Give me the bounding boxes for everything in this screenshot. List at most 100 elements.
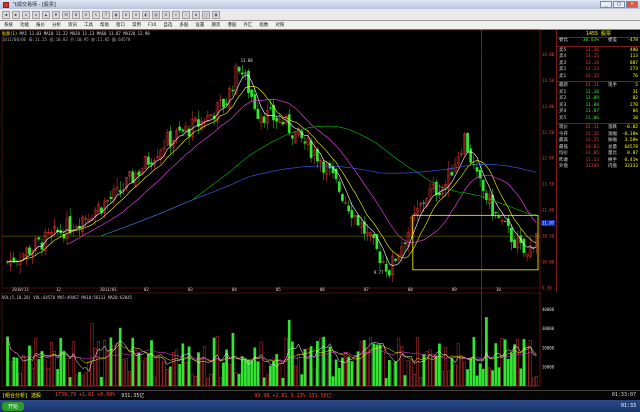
vol-tick: 10000 [542, 364, 555, 369]
quote-value: -30.03% [580, 38, 599, 43]
volume-bar [100, 376, 103, 387]
quote-row: 买5 11.06 10 [557, 116, 640, 123]
volume-bar [347, 356, 351, 387]
volume-bar [137, 352, 141, 387]
volume-bar [485, 317, 488, 387]
volume-bar [419, 377, 423, 387]
quote-key: 外盘 [559, 164, 568, 169]
volume-bar [34, 338, 38, 387]
volume-bar [466, 369, 469, 387]
volume-bar [156, 355, 160, 387]
volume-bar [225, 349, 228, 387]
volume-bar [531, 377, 535, 387]
volume-bar [6, 336, 9, 387]
volume-bar [209, 373, 213, 387]
taskbar: 开始 01:33 [0, 400, 640, 412]
highlight-price: 11.97 [542, 221, 555, 226]
candle-body [237, 66, 241, 72]
volume-bar [450, 358, 454, 387]
status-index2: 93.98 +2.81 3.13% 131.56亿 [254, 392, 332, 399]
volume-bar [434, 355, 438, 387]
volume-bar [387, 360, 391, 387]
candle-body [475, 167, 479, 172]
volume-bar [325, 354, 329, 387]
volume-bar [150, 340, 153, 387]
quote-extra: -478 [627, 38, 638, 43]
volume-bar [206, 378, 210, 387]
candle-body [281, 121, 285, 125]
volume-bar [359, 341, 363, 387]
kline-chart[interactable]: 14.00 13.50 13.00 12.50 12.00 11.50 11.00 10.50… [0, 0, 640, 412]
candle-body [469, 148, 473, 163]
candle-body [269, 107, 272, 109]
candle-body [494, 212, 498, 214]
price-tick: 13.50 [542, 78, 555, 83]
candle-body [290, 135, 294, 139]
volume-bar [406, 360, 410, 387]
ma60-line [101, 125, 537, 236]
candle-body [131, 171, 135, 183]
candle-body [510, 227, 513, 243]
volume-bar [222, 362, 225, 387]
price-tick: 10.50 [542, 234, 555, 239]
volume-bar [212, 337, 216, 387]
volume-bar [71, 341, 75, 387]
volume-bar [491, 370, 494, 387]
volume-bar [306, 348, 310, 387]
volume-bar [159, 357, 163, 387]
x-date: 08 [408, 287, 413, 292]
candle-body [147, 156, 150, 165]
volume-bar [300, 374, 304, 387]
quote-extra: 10 [632, 115, 638, 121]
volume-bar [81, 375, 85, 387]
vol-tick: 30000 [542, 326, 555, 331]
quote-value: 31245 [585, 164, 599, 169]
volume-bar [106, 350, 110, 387]
volume-bar [234, 372, 238, 387]
volume-bar [259, 341, 263, 387]
quote-key: 买5 [559, 115, 567, 121]
ma120-line [101, 164, 537, 236]
volume-bar [168, 366, 172, 387]
candle-body [387, 270, 391, 276]
candle-body [118, 190, 122, 193]
price-tick: 12.00 [542, 156, 555, 161]
volume-bar [319, 338, 322, 387]
candle-body [168, 130, 172, 147]
price-tick: 10.00 [542, 260, 555, 265]
volume-bar [337, 367, 341, 387]
volume-bar [456, 343, 460, 387]
candle-body [275, 117, 279, 122]
volume-bar [269, 365, 272, 387]
volume-bar [200, 357, 203, 387]
candle-body [222, 98, 225, 108]
candle-body [403, 242, 407, 245]
volume-bar [459, 355, 463, 387]
candle-body [347, 205, 351, 212]
quote-value: 11.06 [585, 115, 599, 121]
volume-bar [125, 358, 128, 387]
volume-bar [240, 356, 244, 387]
ma10-line [7, 86, 537, 263]
volume-bar [275, 354, 279, 387]
candle-body [244, 72, 247, 74]
start-button[interactable]: 开始 [2, 402, 25, 411]
candle-body [150, 162, 153, 165]
volume-bar [478, 363, 482, 387]
volume-bar [519, 368, 523, 387]
status-module[interactable]: [组合分析] 选股 [2, 392, 41, 399]
volume-bar [193, 376, 197, 387]
volume-bar [187, 346, 191, 387]
candle-body [350, 210, 354, 218]
price-tick: 9.50 [542, 286, 552, 291]
quote-key2 [599, 116, 617, 123]
volume-bar [53, 351, 56, 387]
clock: 01:33 [620, 403, 636, 409]
volume-bar [62, 351, 66, 387]
volume-bar [453, 364, 457, 387]
volume-bar [153, 376, 157, 387]
volume-bar [143, 357, 147, 387]
candle-body [485, 192, 488, 201]
volume-bar [463, 362, 466, 387]
quote-value: 11.12 [585, 73, 599, 79]
